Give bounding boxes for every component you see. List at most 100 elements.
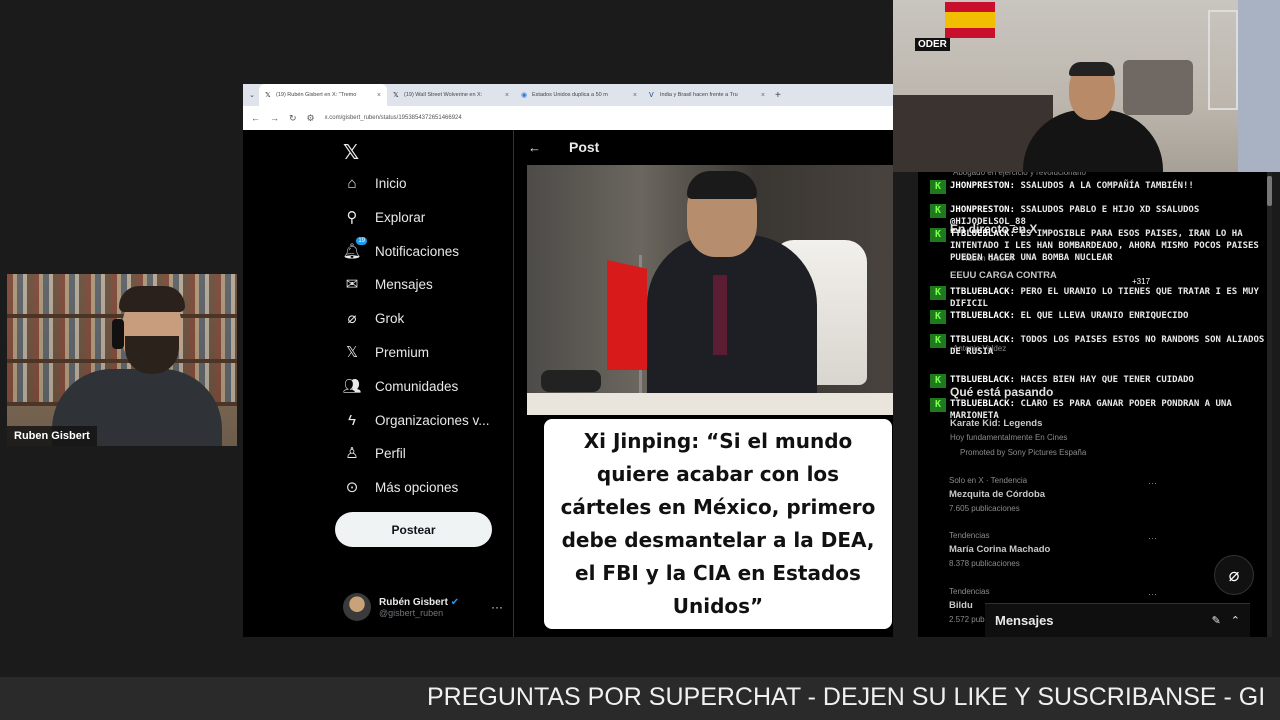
grok-icon: ⌀ <box>347 310 357 327</box>
lightning-icon: ϟ <box>348 411 356 429</box>
trend-category: Solo en X · Tendencia <box>949 476 1028 485</box>
sidebar-item-label: Inicio <box>375 175 407 191</box>
search-icon: ⚲ <box>346 209 358 226</box>
post-button[interactable]: Postear <box>335 512 492 547</box>
guest-webcam <box>7 274 237 446</box>
chat-username: TTBLUEBLACK: <box>950 375 1016 385</box>
post-column: ← Post Xi Jinping: “Si el mundo quiere a… <box>513 130 893 637</box>
site-info-icon[interactable]: ⚙ <box>307 113 315 124</box>
news-ticker: PREGUNTAS POR SUPERCHAT - DEJEN SU LIKE … <box>0 677 1280 720</box>
chat-scrollbar[interactable] <box>1267 172 1272 637</box>
chat-message: K TTBLUEBLACK: PERO EL URANIO LO TIENES … <box>930 286 1275 310</box>
new-tab-icon[interactable]: + <box>775 90 781 101</box>
tab-strip: ⌄ 𝕏 (19) Rubén Gisbert en X: "Tremo × 𝕏 … <box>243 84 893 106</box>
back-arrow-icon[interactable]: ← <box>251 113 260 123</box>
kick-icon: K <box>930 398 946 412</box>
scrollbar-thumb[interactable] <box>1267 176 1272 206</box>
sidebar-item-perfil[interactable]: ♙ Perfil <box>343 441 406 465</box>
more-circle-icon: ⊙ <box>345 479 359 496</box>
chat-message: K TTBLUEBLACK: HACES BIEN HAY QUE TENER … <box>930 374 1275 388</box>
account-name-text: Rubén Gisbert <box>379 596 448 608</box>
quote-image[interactable]: Xi Jinping: “Si el mundo quiere acabar c… <box>536 419 893 629</box>
sidebar-item-label: Perfil <box>375 445 406 461</box>
trend-name: Mezquita de Córdoba <box>949 489 1046 500</box>
chat-username: TTBLUEBLACK: <box>950 399 1016 409</box>
streamer-hair <box>1069 62 1115 76</box>
people-icon: 👥︎ <box>342 378 362 395</box>
mail-icon: ✉ <box>345 276 359 293</box>
compose-message-icon[interactable]: ✎ <box>1212 614 1221 627</box>
url-field[interactable]: x.com/gisbert_ruben/status/1953854372651… <box>325 115 462 121</box>
forward-arrow-icon[interactable]: → <box>270 113 279 123</box>
browser-tab[interactable]: 𝕏 (19) Rubén Gisbert en X: "Tremo × <box>259 84 387 106</box>
sidebar-item-label: Más opciones <box>375 479 459 495</box>
kick-icon: K <box>930 334 946 348</box>
address-bar: ← → ↻ ⚙ x.com/gisbert_ruben/status/19538… <box>243 106 893 130</box>
tab-title: (19) Rubén Gisbert en X: "Tremo <box>276 92 357 98</box>
more-horizontal-icon: ··· <box>491 600 503 614</box>
close-tab-icon[interactable]: × <box>761 92 765 99</box>
chat-username: TTBLUEBLACK: <box>950 335 1016 345</box>
globe-icon: ◉ <box>521 91 528 99</box>
sidebar-item-explorar[interactable]: ⚲ Explorar <box>343 205 426 229</box>
trend-subtitle: Hoy fundamentalmente En Cines <box>950 433 1068 442</box>
tab-title: India y Brasil hacen frente a Tru <box>660 92 738 98</box>
tab-title: Estados Unidos duplica a 50 m <box>532 92 608 98</box>
sidebar-item-organizaciones[interactable]: ϟ Organizaciones v... <box>343 408 490 432</box>
more-horizontal-icon[interactable]: ··· <box>1148 533 1157 543</box>
reload-icon[interactable]: ↻ <box>289 113 297 124</box>
more-horizontal-icon[interactable]: ··· <box>1148 589 1157 599</box>
promoted-label: Promoted by Sony Pictures España <box>960 448 1087 457</box>
person-icon: ♙ <box>345 445 359 462</box>
sidebar-item-notificaciones[interactable]: 🔔︎ 19 Notificaciones <box>342 237 460 263</box>
quote-text: Xi Jinping: “Si el mundo quiere acabar c… <box>544 419 892 629</box>
x-logo-icon[interactable]: 𝕏 <box>343 140 359 165</box>
account-switcher[interactable]: Rubén Gisbert ✔ @gisbert_ruben ··· <box>343 592 503 622</box>
sidebar-item-premium[interactable]: 𝕏 Premium <box>343 340 429 364</box>
sidebar-item-inicio[interactable]: ⌂ Inicio <box>343 171 407 195</box>
trend-category: Tendencias <box>949 531 990 540</box>
post-photo[interactable] <box>527 165 893 415</box>
grok-icon[interactable]: ⌀ <box>1214 555 1254 595</box>
poster-logo: ODER <box>915 38 950 51</box>
sidebar-item-mas-opciones[interactable]: ⊙ Más opciones <box>343 475 459 499</box>
kick-icon: K <box>930 310 946 324</box>
close-tab-icon[interactable]: × <box>377 92 381 99</box>
chevron-up-icon[interactable]: ⌃ <box>1231 614 1240 627</box>
chat-username: JHONPRESTON: <box>950 181 1016 191</box>
browser-tab[interactable]: 𝕏 (19) Wall Street Wolverine en X: × <box>387 84 515 106</box>
close-tab-icon[interactable]: × <box>633 92 637 99</box>
chat-username: TTBLUEBLACK: <box>950 229 1016 239</box>
tab-search-icon[interactable]: ⌄ <box>249 91 259 99</box>
speaker-body <box>647 235 817 415</box>
messages-drawer-title: Mensajes <box>995 613 1054 628</box>
kick-icon: K <box>930 228 946 242</box>
messages-drawer[interactable]: Mensajes ✎ ⌃ <box>985 603 1250 637</box>
close-tab-icon[interactable]: × <box>505 92 509 99</box>
curtain <box>1238 0 1280 172</box>
post-header-title: Post <box>569 139 600 155</box>
back-arrow-icon[interactable]: ← <box>528 140 541 155</box>
trend-count: 7.605 publicaciones <box>949 504 1020 513</box>
x-logo-icon: 𝕏 <box>265 91 271 99</box>
speaker-tie <box>713 275 727 355</box>
china-flag <box>607 260 647 370</box>
sidebar-item-grok[interactable]: ⌀ Grok <box>343 306 404 330</box>
x-premium-icon: 𝕏 <box>345 344 359 361</box>
space-title: EEUU CARGA CONTRA <box>950 270 1057 281</box>
trend-name: Bildu <box>949 600 973 611</box>
browser-tab[interactable]: V India y Brasil hacen frente a Tru × <box>643 84 771 106</box>
home-icon: ⌂ <box>347 174 357 192</box>
tab-title: (19) Wall Street Wolverine en X: <box>404 92 483 98</box>
sidebar-item-label: Notificaciones <box>375 243 460 259</box>
sidebar-item-comunidades[interactable]: 👥︎ Comunidades <box>342 374 458 398</box>
more-horizontal-icon[interactable]: ··· <box>1148 478 1157 488</box>
post-header: ← Post <box>514 130 893 164</box>
browser-tab[interactable]: ◉ Estados Unidos duplica a 50 m × <box>515 84 643 106</box>
trend-category: Tendencias <box>949 587 990 596</box>
chat-username: TTBLUEBLACK: <box>950 311 1016 321</box>
sidebar-item-mensajes[interactable]: ✉ Mensajes <box>343 272 433 296</box>
chat-username: JHONPRESTON: <box>950 205 1016 215</box>
ticker-text: PREGUNTAS POR SUPERCHAT - DEJEN SU LIKE … <box>427 683 1266 711</box>
chat-message: K TTBLUEBLACK: ES IMPOSIBLE PARA ESOS PA… <box>930 228 1275 264</box>
